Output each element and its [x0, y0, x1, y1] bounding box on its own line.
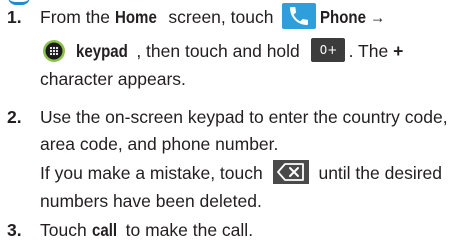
step-number: 1.	[7, 7, 22, 27]
step-2-line-4: numbers have been deleted.	[40, 191, 262, 211]
step-2-line-2: area code, and phone number.	[40, 134, 279, 154]
phone-icon	[282, 3, 317, 30]
step-number: 2.	[7, 107, 22, 127]
keypad-label: keypad	[76, 41, 128, 61]
step-2-line-1: Use the on-screen keypad to enter the co…	[40, 107, 448, 127]
step-3-line-1: Touch call to make the call.	[40, 217, 253, 244]
home-label: Home	[114, 7, 157, 27]
phone-label: Phone →	[320, 7, 386, 27]
keypad-icon	[40, 39, 70, 63]
step-1-line-2: keypad, then touch and hold 0+. The +	[40, 38, 403, 65]
step-1-line-1: From the Home screen, touch Phone →	[40, 3, 396, 31]
step-2-line-3: If you make a mistake, touch until the d…	[40, 160, 442, 187]
backspace-delete-icon	[272, 160, 309, 185]
call-label: call	[91, 220, 117, 240]
step-1-line-3: character appears.	[40, 69, 186, 89]
plus-character: +	[393, 41, 404, 61]
step-number: 3.	[7, 220, 22, 240]
zero-plus-key-icon: 0+	[310, 38, 345, 63]
